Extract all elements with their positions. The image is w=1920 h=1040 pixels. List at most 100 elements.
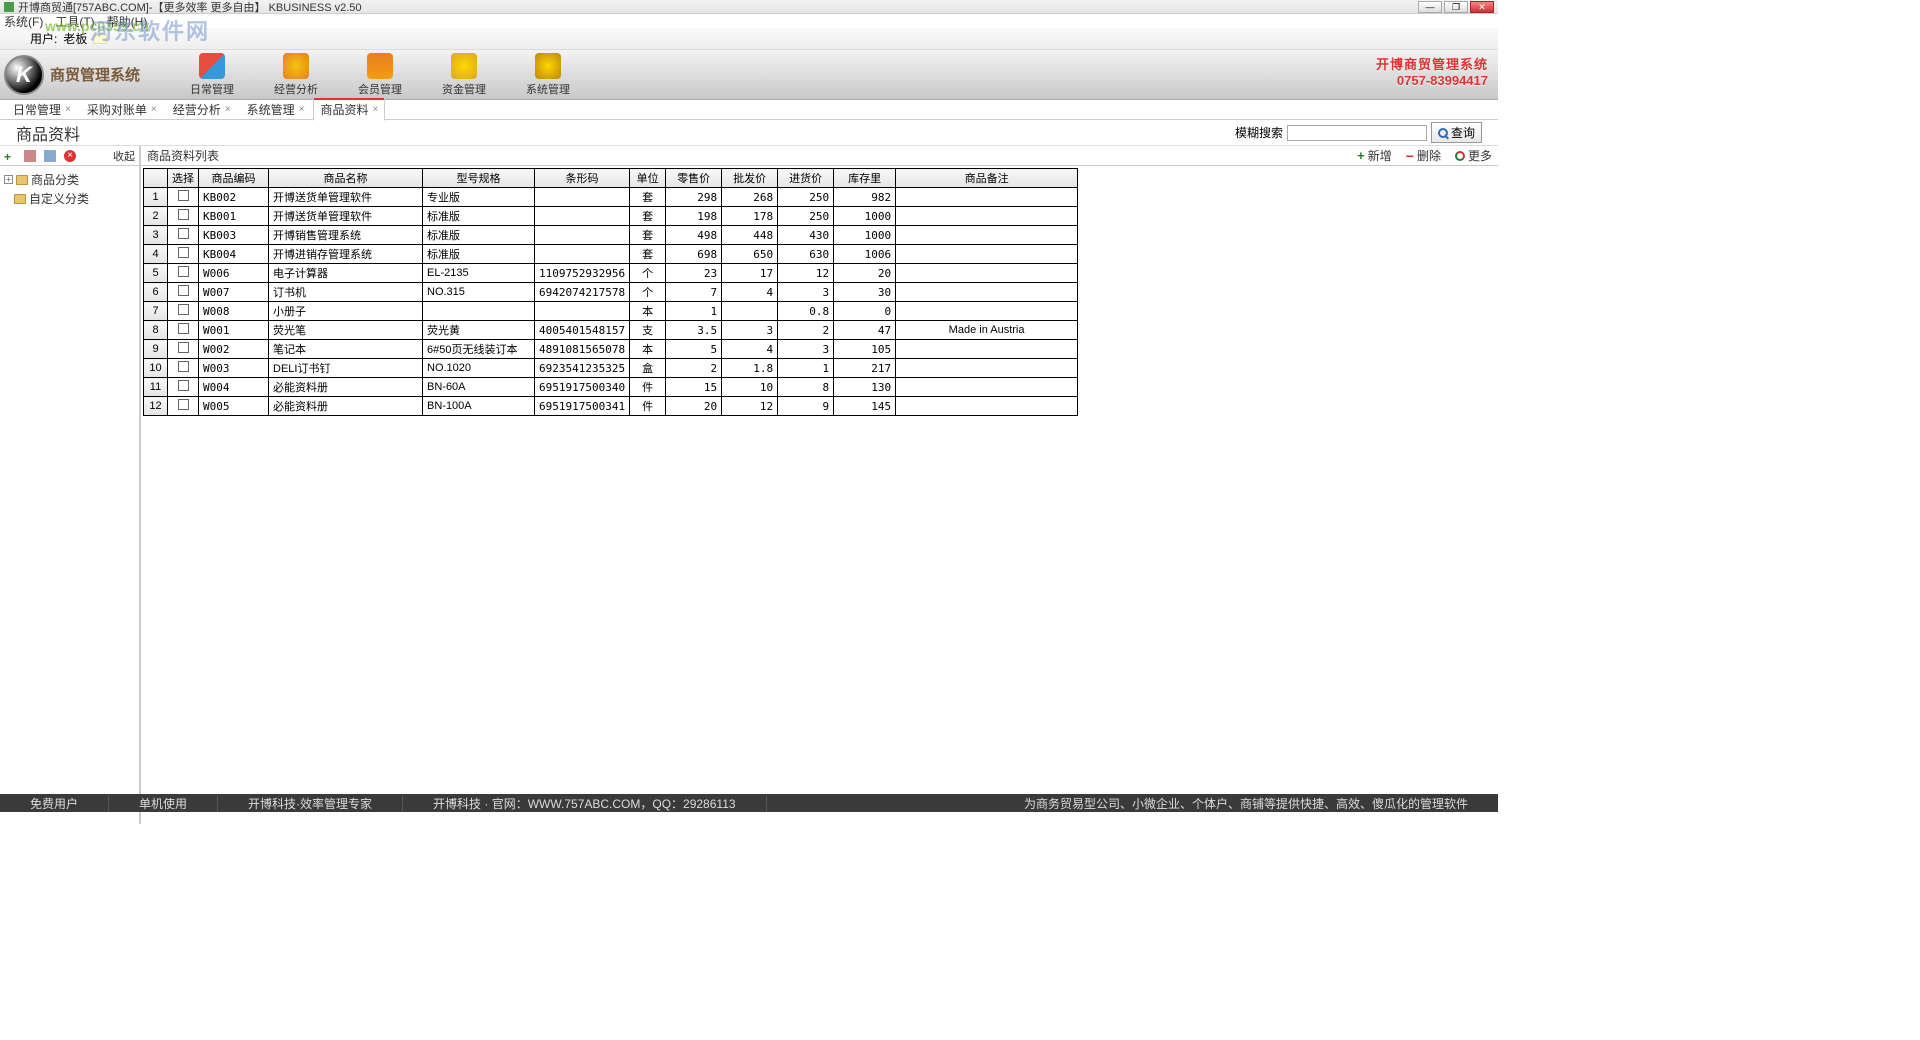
more-button[interactable]: 更多 (1455, 147, 1492, 164)
table-row[interactable]: 1KB002开博送货单管理软件专业版套298268250982 (144, 188, 1078, 207)
status-slogan: 为商务贸易型公司、小微企业、个体户、商铺等提供快捷、高效、傻瓜化的管理软件 (994, 795, 1498, 812)
menu-help[interactable]: 帮助(H) (107, 13, 148, 30)
refresh-icon (1455, 151, 1465, 161)
table-row[interactable]: 7W008小册子本10.80 (144, 302, 1078, 321)
row-checkbox[interactable] (178, 380, 189, 391)
status-mode: 单机使用 (109, 795, 218, 812)
sidebar-copy-icon[interactable] (24, 150, 36, 162)
tab-2[interactable]: 经营分析× (166, 98, 238, 121)
minimize-button[interactable]: — (1418, 1, 1442, 13)
col-header[interactable]: 批发价 (722, 169, 778, 188)
toolbar-system[interactable]: 系统管理 (506, 51, 590, 99)
page-title: 商品资料 (16, 121, 80, 145)
tree-item-custom-category[interactable]: 自定义分类 (2, 189, 137, 208)
search-area: 模糊搜索 查询 (1235, 122, 1482, 143)
row-checkbox[interactable] (178, 209, 189, 220)
tab-close-icon[interactable]: × (225, 104, 231, 115)
tree-toggle-icon[interactable]: + (4, 175, 13, 184)
tab-3[interactable]: 系统管理× (240, 98, 312, 121)
product-grid[interactable]: 选择商品编码商品名称型号规格条形码单位零售价批发价进货价库存里商品备注1KB00… (143, 168, 1078, 416)
toolbar-member[interactable]: 会员管理 (338, 51, 422, 99)
row-checkbox[interactable] (178, 361, 189, 372)
menu-system[interactable]: 系统(F) (4, 13, 43, 30)
col-header[interactable]: 商品备注 (896, 169, 1078, 188)
search-button[interactable]: 查询 (1431, 122, 1482, 143)
toolbar: K 商贸管理系统 日常管理 经营分析 会员管理 资金管理 系统管理 开博商贸管理… (0, 50, 1498, 100)
tree-item-product-category[interactable]: + 商品分类 (2, 170, 137, 189)
col-header[interactable]: 单位 (630, 169, 666, 188)
col-header[interactable] (144, 169, 168, 188)
minus-icon: − (1406, 148, 1414, 164)
col-header[interactable]: 商品名称 (269, 169, 423, 188)
sidebar-add-icon[interactable]: + (4, 150, 16, 162)
add-button[interactable]: +新增 (1357, 147, 1392, 164)
sidebar-collapse[interactable]: 收起 (113, 148, 135, 164)
brand-right: 开博商贸管理系统 0757-83994417 (1376, 54, 1488, 88)
folder-icon (16, 175, 28, 185)
statusbar: 免费用户 单机使用 开博科技·效率管理专家 开博科技 · 官网：WWW.757A… (0, 794, 1498, 812)
row-checkbox[interactable] (178, 399, 189, 410)
close-button[interactable]: ✕ (1470, 1, 1494, 13)
tab-0[interactable]: 日常管理× (6, 98, 78, 121)
col-header[interactable]: 库存里 (834, 169, 896, 188)
tab-close-icon[interactable]: × (65, 104, 71, 115)
row-checkbox[interactable] (178, 266, 189, 277)
page-title-bar: 商品资料 模糊搜索 查询 (0, 120, 1498, 146)
table-row[interactable]: 11W004必能资料册BN-60A6951917500340件15108130 (144, 378, 1078, 397)
maximize-button[interactable]: ❐ (1444, 1, 1468, 13)
analysis-icon (283, 53, 309, 79)
status-user-type: 免费用户 (0, 795, 109, 812)
col-header[interactable]: 条形码 (535, 169, 630, 188)
search-icon (1438, 128, 1448, 138)
titlebar: 开博商贸通[757ABC.COM]-【更多效率 更多自由】 KBUSINESS … (0, 0, 1498, 14)
col-header[interactable]: 选择 (168, 169, 199, 188)
toolbar-analysis[interactable]: 经营分析 (254, 51, 338, 99)
note-icon[interactable] (93, 34, 107, 44)
row-checkbox[interactable] (178, 323, 189, 334)
search-input[interactable] (1287, 125, 1427, 141)
row-checkbox[interactable] (178, 285, 189, 296)
row-checkbox[interactable] (178, 247, 189, 258)
col-header[interactable]: 商品编码 (199, 169, 269, 188)
delete-button[interactable]: −删除 (1406, 147, 1441, 164)
member-icon (367, 53, 393, 79)
menu-tools[interactable]: 工具(T) (55, 13, 94, 30)
col-header[interactable]: 进货价 (778, 169, 834, 188)
tab-1[interactable]: 采购对账单× (80, 98, 164, 121)
table-row[interactable]: 2KB001开博送货单管理软件标准版套1981782501000 (144, 207, 1078, 226)
row-checkbox[interactable] (178, 228, 189, 239)
table-row[interactable]: 5W006电子计算器EL-21351109752932956个23171220 (144, 264, 1078, 283)
toolbar-fund[interactable]: 资金管理 (422, 51, 506, 99)
sidebar: + × 收起 + 商品分类 自定义分类 (0, 146, 140, 824)
tab-close-icon[interactable]: × (299, 104, 305, 115)
grid-wrap[interactable]: 选择商品编码商品名称型号规格条形码单位零售价批发价进货价库存里商品备注1KB00… (141, 166, 1498, 824)
titlebar-text: 开博商贸通[757ABC.COM]-【更多效率 更多自由】 KBUSINESS … (18, 0, 1418, 15)
tab-close-icon[interactable]: × (151, 104, 157, 115)
tab-4[interactable]: 商品资料× (313, 98, 385, 121)
menubar: 系统(F) 工具(T) 帮助(H) (0, 14, 1498, 28)
tabbar: 日常管理×采购对账单×经营分析×系统管理×商品资料× (0, 100, 1498, 120)
col-header[interactable]: 零售价 (666, 169, 722, 188)
category-tree: + 商品分类 自定义分类 (0, 166, 139, 212)
list-title: 商品资料列表 (147, 147, 219, 164)
app-logo: K (4, 55, 44, 95)
table-row[interactable]: 9W002笔记本6#50页无线装订本4891081565078本543105 (144, 340, 1078, 359)
subheader: 用户: 老板 (0, 28, 1498, 50)
table-row[interactable]: 8W001荧光笔荧光黄4005401548157支3.53247Made in … (144, 321, 1078, 340)
sidebar-copy2-icon[interactable] (44, 150, 56, 162)
user-label: 用户: (30, 30, 57, 47)
status-company: 开博科技·效率管理专家 (218, 795, 403, 812)
row-checkbox[interactable] (178, 190, 189, 201)
col-header[interactable]: 型号规格 (423, 169, 535, 188)
content: 商品资料列表 +新增 −删除 更多 选择商品编码商品名称型号规格条形码单位零售价… (140, 146, 1498, 824)
toolbar-daily[interactable]: 日常管理 (170, 51, 254, 99)
row-checkbox[interactable] (178, 304, 189, 315)
table-row[interactable]: 6W007订书机NO.3156942074217578个74330 (144, 283, 1078, 302)
table-row[interactable]: 10W003DELI订书钉NO.10206923541235325盒21.812… (144, 359, 1078, 378)
table-row[interactable]: 3KB003开博销售管理系统标准版套4984484301000 (144, 226, 1078, 245)
sidebar-delete-icon[interactable]: × (64, 150, 76, 162)
table-row[interactable]: 12W005必能资料册BN-100A6951917500341件20129145 (144, 397, 1078, 416)
table-row[interactable]: 4KB004开博进销存管理系统标准版套6986506301006 (144, 245, 1078, 264)
tab-close-icon[interactable]: × (372, 104, 378, 115)
row-checkbox[interactable] (178, 342, 189, 353)
